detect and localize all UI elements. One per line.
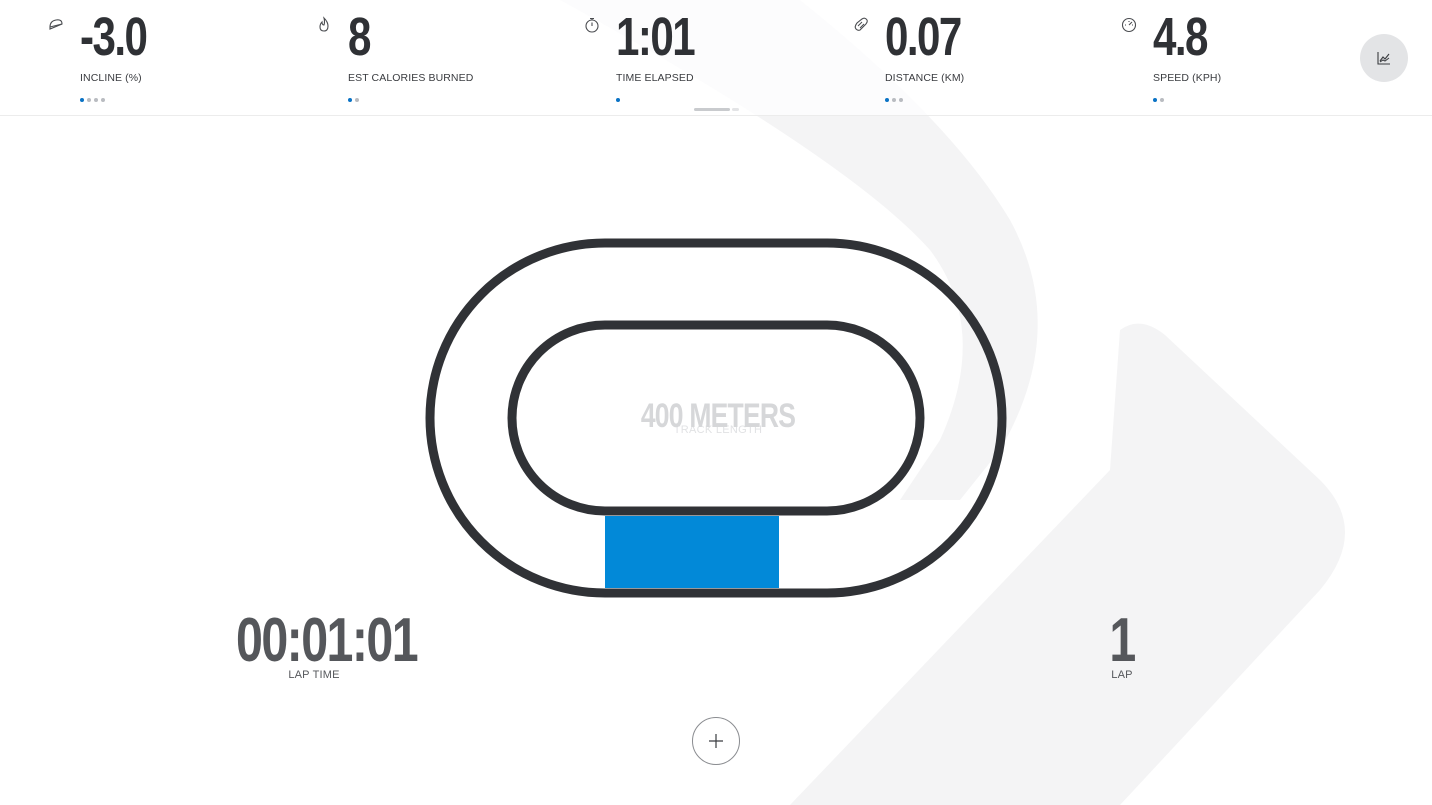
runner-position-marker — [605, 516, 779, 588]
track-length-value: 400 METERS — [640, 397, 796, 435]
add-button[interactable] — [692, 717, 740, 765]
track-info: 400 METERS TRACK LENGTH — [600, 398, 836, 436]
plus-icon — [709, 734, 723, 748]
lap-value: 1 — [1109, 606, 1136, 675]
lap-time-value: 00:01:01 — [236, 606, 419, 675]
lap-time: 00:01:01 LAP TIME — [214, 606, 419, 681]
lap-counter: 1 LAP — [1072, 606, 1172, 681]
